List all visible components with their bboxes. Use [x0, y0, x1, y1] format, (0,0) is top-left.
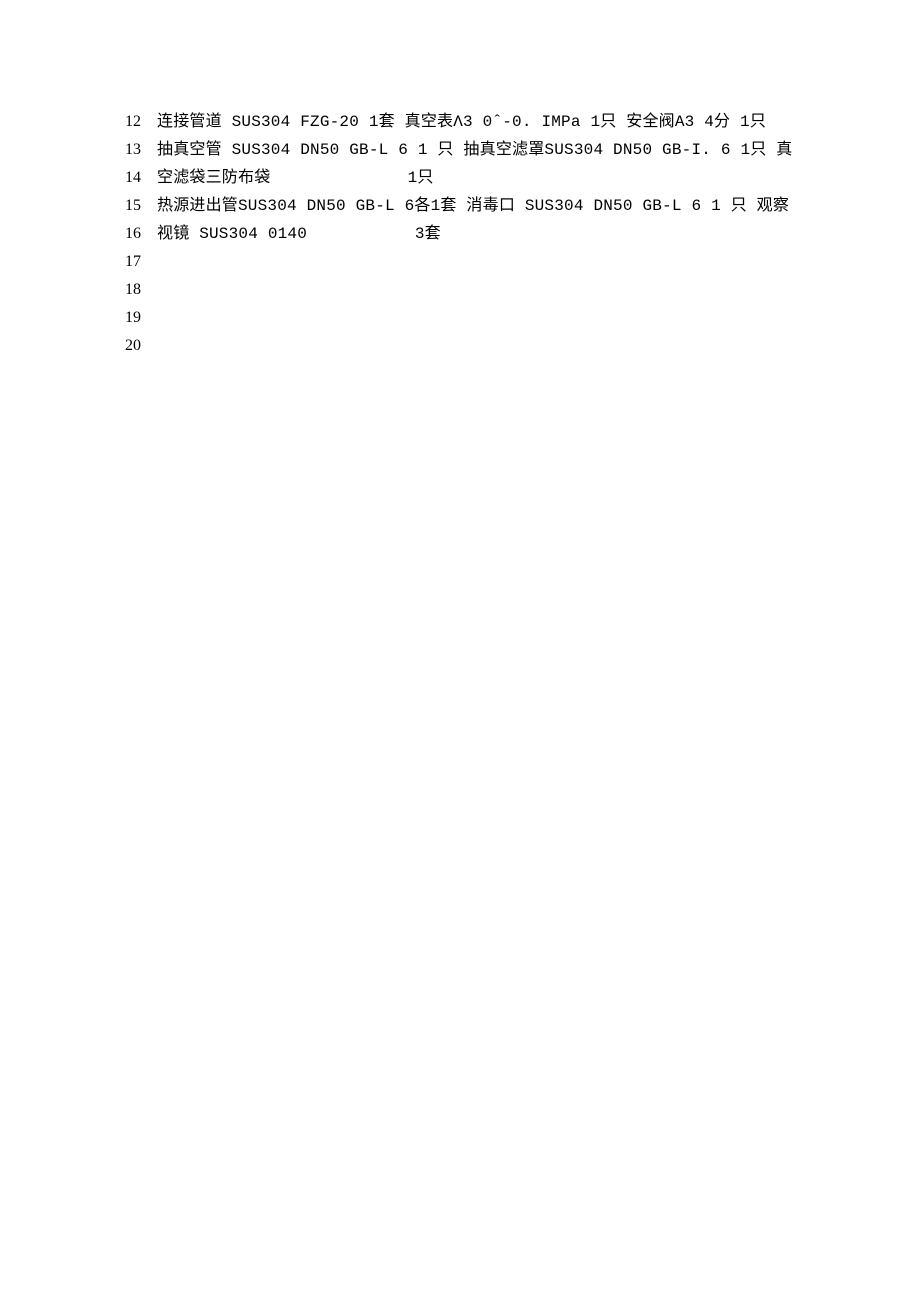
line-number: 16	[117, 220, 141, 248]
line-number: 19	[117, 304, 141, 332]
line-number: 18	[117, 276, 141, 304]
text-line: 连接管道 SUS304 FZG-20 1套 真空表Λ3 0ˆ-0. IMPa 1…	[157, 108, 837, 136]
document-body-text: 连接管道 SUS304 FZG-20 1套 真空表Λ3 0ˆ-0. IMPa 1…	[157, 108, 837, 248]
line-number: 14	[117, 164, 141, 192]
line-number: 20	[117, 332, 141, 360]
line-number-gutter: 12 13 14 15 16 17 18 19 20	[117, 108, 141, 360]
line-number: 13	[117, 136, 141, 164]
line-number: 15	[117, 192, 141, 220]
line-number: 17	[117, 248, 141, 276]
text-line: 抽真空管 SUS304 DN50 GB-L 6 1 只 抽真空滤罩SUS304 …	[157, 136, 837, 164]
document-page: 12 13 14 15 16 17 18 19 20 连接管道 SUS304 F…	[0, 0, 920, 1301]
text-line: 空滤袋三防布袋 1只	[157, 164, 837, 192]
text-line: 热源进出管SUS304 DN50 GB-L 6各1套 消毒口 SUS304 DN…	[157, 192, 837, 220]
text-line: 视镜 SUS304 0140 3套	[157, 220, 837, 248]
line-number: 12	[117, 108, 141, 136]
